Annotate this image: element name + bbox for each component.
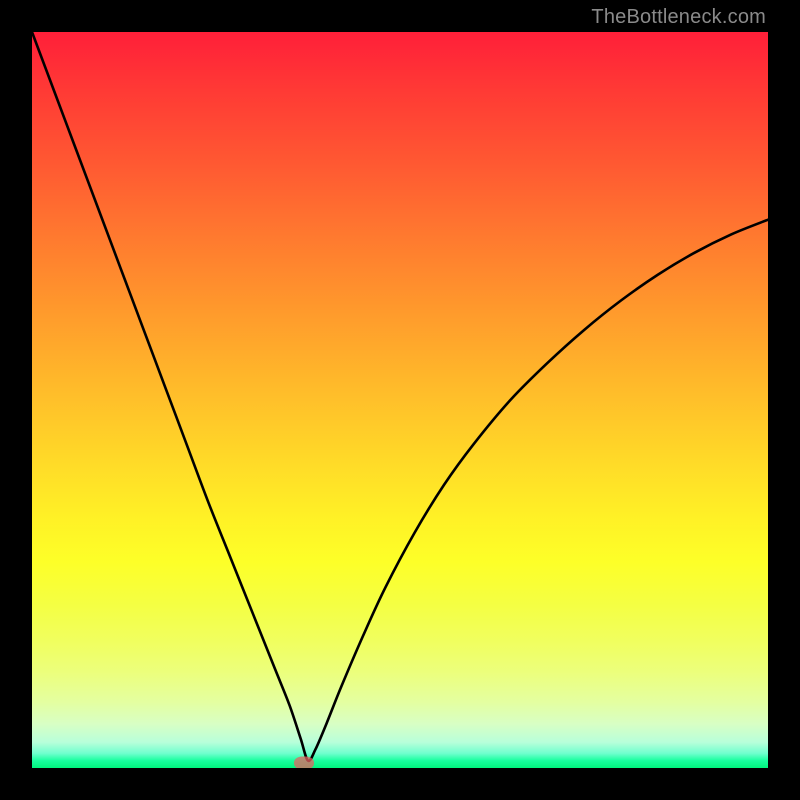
- chart-frame: TheBottleneck.com: [0, 0, 800, 800]
- bottleneck-curve: [32, 32, 768, 761]
- plot-area: [32, 32, 768, 768]
- curve-svg: [32, 32, 768, 768]
- min-marker: [294, 757, 314, 769]
- watermark-text: TheBottleneck.com: [591, 6, 766, 29]
